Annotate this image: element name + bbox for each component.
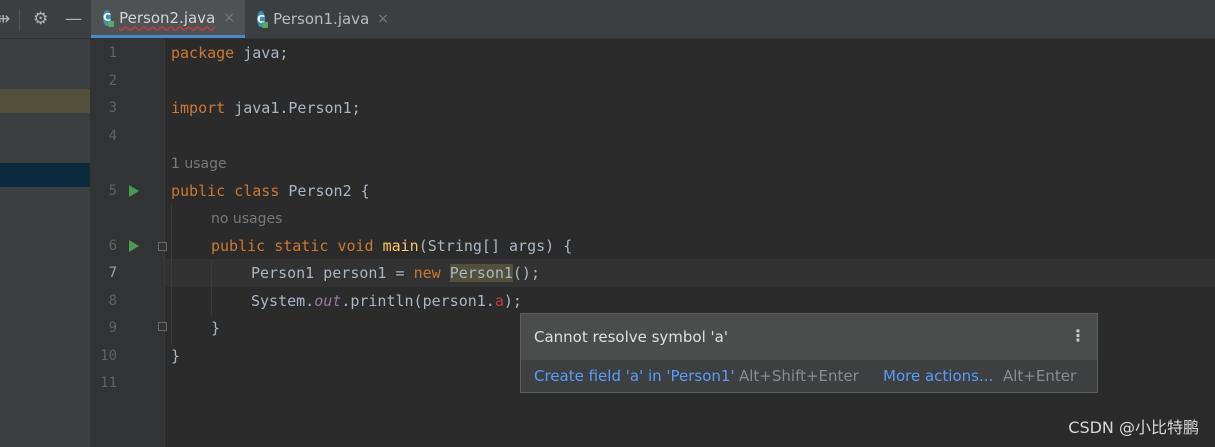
project-tree-row-highlighted[interactable] <box>0 89 90 113</box>
keyword: class <box>234 182 280 200</box>
line-number: 1 <box>108 45 117 61</box>
code-text: java1.Person1; <box>225 99 361 117</box>
code-line-9[interactable]: } <box>211 318 220 338</box>
run-icon[interactable] <box>129 240 139 252</box>
fold-icon[interactable] <box>158 242 167 251</box>
tab-person2-java[interactable]: C Person2.java × <box>91 0 245 38</box>
code-text: System. <box>251 292 315 310</box>
shortcut-hint: Alt+Shift+Enter <box>739 367 859 385</box>
method-name: main <box>382 237 419 255</box>
line-number: 5 <box>108 183 117 199</box>
keyword: public <box>211 237 266 255</box>
line-number: 4 <box>108 128 117 144</box>
error-message: Cannot resolve symbol 'a' <box>534 328 728 346</box>
code-line-1[interactable]: package java; <box>171 43 288 63</box>
code-line-8[interactable]: System.out.println(person1.a); <box>251 291 522 311</box>
keyword: new <box>413 264 441 282</box>
editor-tab-bar: ⇹ ⚙ — C Person2.java × C Person1.java × <box>0 0 1215 39</box>
usage-hint[interactable]: no usages <box>211 209 282 229</box>
split-icon[interactable]: ⇹ <box>0 9 10 29</box>
fold-icon[interactable] <box>158 322 167 331</box>
shortcut-hint: Alt+Enter <box>1003 367 1077 385</box>
more-options-icon[interactable]: ⋮ <box>1070 326 1086 346</box>
code-line-10[interactable]: } <box>171 346 180 366</box>
static-field: out <box>314 292 342 310</box>
close-tab-icon[interactable]: × <box>223 10 235 26</box>
code-text: Person2 { <box>279 182 370 200</box>
keyword: package <box>171 44 235 62</box>
tab-person1-java[interactable]: C Person1.java × <box>245 0 399 38</box>
watermark: CSDN @小比特鹏 <box>1068 418 1199 437</box>
project-panel <box>0 39 90 447</box>
code-text: (String[] args) { <box>418 237 573 255</box>
keyword: public <box>171 182 226 200</box>
code-text: .println(person1. <box>341 292 495 310</box>
keyword: static <box>274 237 329 255</box>
unresolved-symbol: a <box>494 292 504 310</box>
popup-actions: Create field 'a' in 'Person1' Alt+Shift+… <box>521 360 1097 392</box>
line-number: 9 <box>108 320 117 336</box>
line-number: 8 <box>108 293 117 309</box>
line-number: 2 <box>108 73 117 89</box>
keyword: import <box>171 99 226 117</box>
code-line-7[interactable]: Person1 person1 = new Person1(); <box>251 263 540 283</box>
java-class-icon: C <box>257 11 269 28</box>
indent-guide <box>211 260 212 315</box>
code-line-3[interactable]: import java1.Person1; <box>171 98 361 118</box>
usage-hint[interactable]: 1 usage <box>171 154 227 174</box>
gear-icon[interactable]: ⚙ <box>33 9 48 29</box>
code-text: (); <box>512 264 540 282</box>
code-text: java; <box>234 44 289 62</box>
java-class-icon: C <box>103 9 115 27</box>
keyword: void <box>337 237 374 255</box>
project-tree-row-selected[interactable] <box>0 163 90 187</box>
toolbar-divider <box>19 9 20 31</box>
popup-header: Cannot resolve symbol 'a' ⋮ <box>521 314 1097 360</box>
code-text: Person1 person1 = <box>251 264 414 282</box>
line-number: 6 <box>108 238 117 254</box>
error-popup: Cannot resolve symbol 'a' ⋮ Create field… <box>520 313 1098 393</box>
line-number: 11 <box>100 375 117 391</box>
tab-label: Person2.java <box>119 8 216 27</box>
line-number: 3 <box>108 100 117 116</box>
more-actions-link[interactable]: More actions... <box>883 367 993 385</box>
line-number: 10 <box>100 348 117 364</box>
code-text: ); <box>503 292 522 310</box>
create-field-action[interactable]: Create field 'a' in 'Person1' <box>534 367 735 385</box>
minimize-icon[interactable]: — <box>65 9 82 29</box>
highlighted-symbol: Person1 <box>449 264 513 282</box>
run-icon[interactable] <box>129 185 139 197</box>
code-line-5[interactable]: public class Person2 { <box>171 181 370 201</box>
tab-label: Person1.java <box>273 10 370 28</box>
close-tab-icon[interactable]: × <box>377 11 389 27</box>
code-line-6[interactable]: public static void main(String[] args) { <box>211 236 572 256</box>
line-number: 7 <box>108 265 117 281</box>
indent-guide <box>171 205 172 345</box>
